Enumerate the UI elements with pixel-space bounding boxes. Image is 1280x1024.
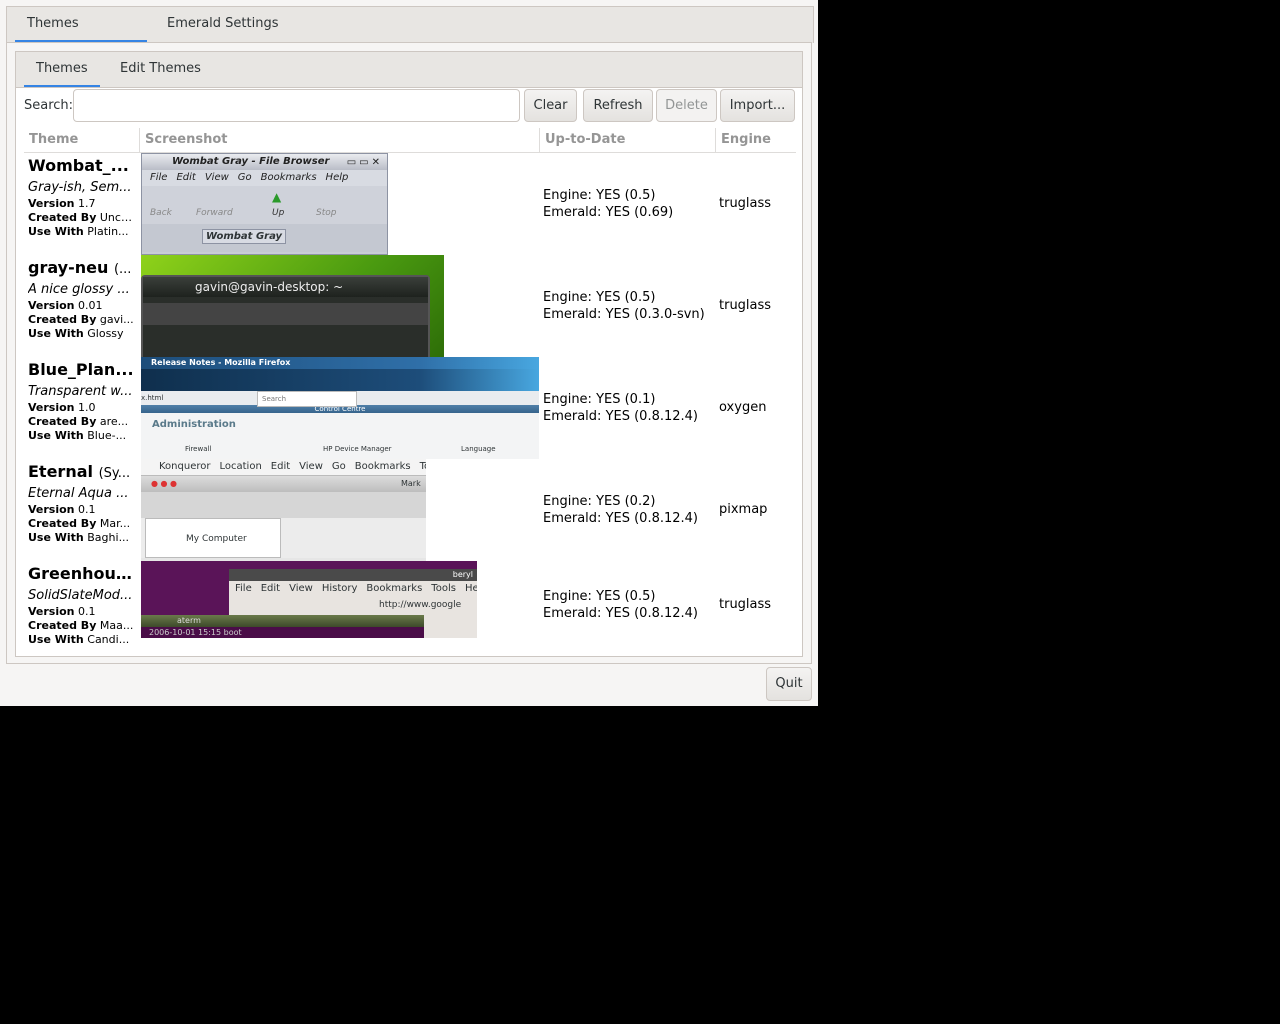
theme-author: Created By Mar... <box>28 517 131 530</box>
theme-info: Blue_Plan... Transparent w... Version 1.… <box>28 359 134 443</box>
theme-name: Eternal (Sy... <box>28 462 131 481</box>
theme-name: Wombat_... <box>28 156 129 175</box>
outer-tab-bar: Themes Settings Emerald Settings <box>6 6 814 65</box>
theme-info: Greenhou... SolidSlateMod... Version 0.1… <box>28 563 134 647</box>
tab-edit-themes[interactable]: Edit Themes <box>108 52 213 88</box>
column-header-screenshot[interactable]: Screenshot <box>139 128 539 152</box>
theme-screenshot: gavin@gavin-desktop: ~ <box>141 255 444 357</box>
delete-button[interactable]: Delete <box>656 89 717 122</box>
up-to-date-status: Engine: YES (0.2) Emerald: YES (0.8.12.4… <box>543 494 698 526</box>
window-buttons-icon: ● ● ● <box>151 479 178 488</box>
window-buttons-icon: ▭▭✕ <box>346 157 383 168</box>
quit-button[interactable]: Quit <box>766 667 812 701</box>
theme-author: Created By are... <box>28 415 129 428</box>
screenshot-menubar: File Edit View Go Bookmarks Help <box>142 170 387 186</box>
screenshot-toolbar <box>141 492 426 518</box>
theme-info: Eternal (Sy... Eternal Aqua ... Version … <box>28 461 134 545</box>
screenshot-menubar: KonquerorLocationEditViewGoBookmarksTo <box>141 459 426 476</box>
theme-use-with: Use With Blue-... <box>28 429 127 442</box>
screenshot-toolbar: Back Forward Up Stop ▲ <box>142 186 387 224</box>
column-header-up-to-date[interactable]: Up-to-Date <box>539 128 715 152</box>
screenshot-terminal-window: gavin@gavin-desktop: ~ <box>141 275 430 357</box>
tab-themes-settings[interactable]: Themes Settings <box>15 7 147 65</box>
column-header-engine[interactable]: Engine <box>715 128 796 152</box>
theme-description: Gray-ish, Sem... <box>28 180 132 195</box>
theme-row[interactable]: Blue_Plan... Transparent w... Version 1.… <box>24 357 796 459</box>
up-to-date-status: Engine: YES (0.5) Emerald: YES (0.69) <box>543 188 674 220</box>
up-to-date-status: Engine: YES (0.5) Emerald: YES (0.3.0-sv… <box>543 290 705 322</box>
column-header-theme[interactable]: Theme <box>24 128 139 152</box>
screenshot-terminal-bar <box>143 303 428 325</box>
theme-use-with: Use With Glossy <box>28 327 124 340</box>
inner-tab-bar: Themes Edit Themes <box>15 51 803 88</box>
screenshot-titlebar: Wombat Gray - File Browser ▭▭✕ <box>142 154 387 170</box>
screenshot-urlbar: x.html Search <box>141 391 539 407</box>
up-to-date-status: Engine: YES (0.1) Emerald: YES (0.8.12.4… <box>543 392 698 424</box>
theme-version: Version 0.01 <box>28 299 103 312</box>
theme-row[interactable]: Wombat_... Gray-ish, Sem... Version 1.7 … <box>24 153 796 255</box>
theme-screenshot: beryl File Edit View History Bookmarks Tools H… <box>141 561 477 638</box>
import-button[interactable]: Import... <box>720 89 795 122</box>
engine-name: oxygen <box>719 400 767 415</box>
up-arrow-icon: ▲ <box>272 190 282 204</box>
theme-description: SolidSlateMod... <box>28 588 133 603</box>
theme-version: Version 1.7 <box>28 197 96 210</box>
themes-panel: Search: Clear Refresh Delete Import... T… <box>15 87 803 657</box>
theme-row[interactable]: Greenhou... SolidSlateMod... Version 0.1… <box>24 561 796 649</box>
theme-use-with: Use With Candi... <box>28 633 130 646</box>
screenshot-content: My Computer <box>141 518 426 558</box>
theme-row[interactable]: Eternal (Sy... Eternal Aqua ... Version … <box>24 459 796 561</box>
screenshot-locationbar: Wombat Gray <box>142 224 387 252</box>
engine-name: pixmap <box>719 502 768 517</box>
theme-screenshot: Wombat Gray - File Browser ▭▭✕ File Edit V… <box>141 153 388 255</box>
emerald-theme-manager-window: Themes Settings Emerald Settings Themes … <box>0 0 818 706</box>
theme-version: Version 0.1 <box>28 605 96 618</box>
theme-name: Blue_Plan... <box>28 360 134 379</box>
theme-description: Eternal Aqua ... <box>28 486 129 501</box>
search-input[interactable] <box>73 89 520 122</box>
tab-emerald-settings[interactable]: Emerald Settings <box>155 7 291 43</box>
theme-info: gray-neu (... A nice glossy ... Version … <box>28 257 134 341</box>
theme-description: Transparent w... <box>28 384 133 399</box>
theme-row[interactable]: gray-neu (... A nice glossy ... Version … <box>24 255 796 357</box>
search-label: Search: <box>24 98 74 113</box>
screenshot-tabbar <box>141 369 539 391</box>
refresh-button[interactable]: Refresh <box>583 89 653 122</box>
tab-themes[interactable]: Themes <box>24 52 100 88</box>
screenshot-control-centre: Administration Firewall HP Device Manage… <box>141 413 539 459</box>
theme-author: Created By gavi... <box>28 313 134 326</box>
screenshot-titlebar: ● ● ● Mark <box>141 476 426 492</box>
theme-use-with: Use With Baghi... <box>28 531 130 544</box>
engine-name: truglass <box>719 196 772 211</box>
themes-settings-panel: Themes Edit Themes Search: Clear Refresh… <box>6 42 812 664</box>
theme-info: Wombat_... Gray-ish, Sem... Version 1.7 … <box>28 155 134 239</box>
theme-author: Created By Uncl... <box>28 211 134 224</box>
theme-description: A nice glossy ... <box>28 282 130 297</box>
up-to-date-status: Engine: YES (0.5) Emerald: YES (0.8.12.4… <box>543 589 698 621</box>
theme-screenshot: KonquerorLocationEditViewGoBookmarksTo ●… <box>141 459 426 561</box>
theme-name: Greenhou... <box>28 564 134 583</box>
engine-name: truglass <box>719 298 772 313</box>
screenshot-menubar: FileEditViewHistoryBookmarksToolsHelp <box>235 583 477 594</box>
theme-use-with: Use With Platin... <box>28 225 129 238</box>
engine-name: truglass <box>719 597 772 612</box>
theme-list-header: Theme Screenshot Up-to-Date Engine <box>24 128 796 153</box>
theme-screenshot: Release Notes - Mozilla Firefox x.html S… <box>141 357 539 459</box>
screenshot-terminal-window: aterm 2006-10-01 15:15 boot <box>141 615 424 638</box>
theme-author: Created By Maa... <box>28 619 134 632</box>
clear-button[interactable]: Clear <box>524 89 577 122</box>
theme-name: gray-neu (... <box>28 258 132 277</box>
theme-version: Version 1.0 <box>28 401 96 414</box>
theme-version: Version 0.1 <box>28 503 96 516</box>
